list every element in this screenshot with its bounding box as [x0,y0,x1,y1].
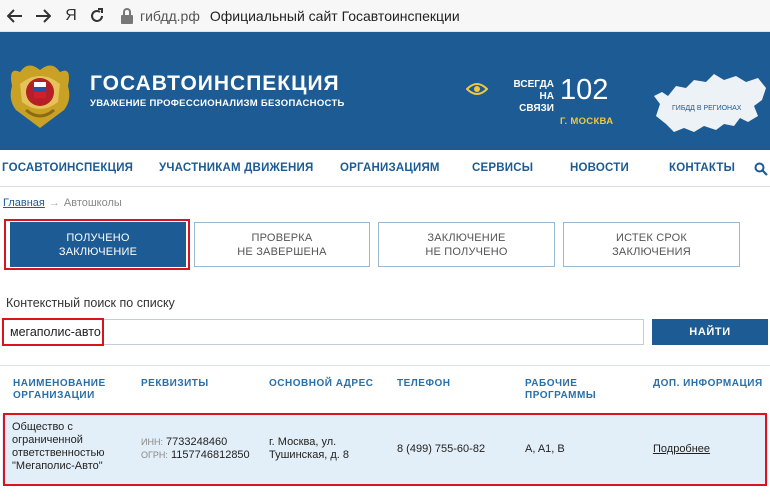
nav-item-news[interactable]: НОВОСТИ [570,162,629,174]
find-button[interactable]: НАЙТИ [652,319,768,345]
site-slogan: УВАЖЕНИЕ ПРОФЕССИОНАЛИЗМ БЕЗОПАСНОСТЬ [90,98,345,109]
browser-toolbar: Я гибдд.рф Официальный сайт Госавтоинспе… [0,0,770,32]
column-header-phone[interactable]: ТЕЛЕФОН [397,378,451,390]
regions-link[interactable]: ГИБДД В РЕГИОНАХ [672,105,752,112]
eye-icon[interactable] [466,82,488,96]
breadcrumb-current: Автошколы [63,197,122,209]
yandex-button[interactable]: Я [62,7,80,25]
site-title[interactable]: ГОСАВТОИНСПЕКЦИЯ [90,72,340,96]
always-online-label: ВСЕГДА НА СВЯЗИ [504,79,555,115]
breadcrumb-separator: → [48,197,60,209]
column-header-requisites[interactable]: РЕКВИЗИТЫ [141,378,209,390]
column-header-line1: НАИМЕНОВАНИЕ [13,378,106,389]
column-header-line1: РАБОЧИЕ [525,378,578,389]
tab-check-not-completed[interactable]: ПРОВЕРКА НЕ ЗАВЕРШЕНА [194,222,370,267]
arrow-right-icon [36,8,51,23]
forward-button[interactable] [32,5,54,27]
lock-icon[interactable] [120,7,134,25]
tab-label-line1: ПРОВЕРКА [251,231,313,244]
emblem-icon[interactable] [6,56,74,132]
always-online-line2: НА СВЯЗИ [519,91,554,114]
column-header-more-info[interactable]: ДОП. ИНФОРМАЦИЯ [653,378,763,390]
tab-conclusion-expired[interactable]: ИСТЕК СРОК ЗАКЛЮЧЕНИЯ [563,222,740,267]
tab-conclusion-not-received[interactable]: ЗАКЛЮЧЕНИЕ НЕ ПОЛУЧЕНО [378,222,555,267]
tab-label-line2: ЗАКЛЮЧЕНИЯ [612,245,691,258]
nav-item-road-users[interactable]: УЧАСТНИКАМ ДВИЖЕНИЯ [159,162,313,174]
hotline-number[interactable]: 102 [560,74,608,107]
arrow-left-icon [7,8,22,23]
column-header-name[interactable]: НАИМЕНОВАНИЕ ОРГАНИЗАЦИИ [13,378,106,402]
address-page-title[interactable]: Официальный сайт Госавтоинспекции [210,8,460,24]
search-label: Контекстный поиск по списку [6,296,175,310]
nav-item-gosavtoinspekciya[interactable]: ГОСАВТОИНСПЕКЦИЯ [2,162,133,174]
highlight-frame-row [3,413,767,486]
breadcrumb: Главная → Автошколы [3,197,122,209]
nav-item-services[interactable]: СЕРВИСЫ [472,162,533,174]
highlight-frame-search [2,318,104,346]
address-domain[interactable]: гибдд.рф [140,8,200,24]
tab-label-line2: НЕ ЗАВЕРШЕНА [237,245,327,258]
reload-icon [91,7,103,22]
site-header: ГОСАВТОИНСПЕКЦИЯ УВАЖЕНИЕ ПРОФЕССИОНАЛИЗ… [0,32,770,150]
back-button[interactable] [4,5,26,27]
nav-item-contacts[interactable]: КОНТАКТЫ [669,162,735,174]
column-header-programs[interactable]: РАБОЧИЕ ПРОГРАММЫ [525,378,596,402]
table-header: НАИМЕНОВАНИЕ ОРГАНИЗАЦИИ РЕКВИЗИТЫ ОСНОВН… [0,365,770,415]
main-nav: ГОСАВТОИНСПЕКЦИЯ УЧАСТНИКАМ ДВИЖЕНИЯ ОРГ… [0,150,770,187]
column-header-line2: ОРГАНИЗАЦИИ [13,390,95,401]
tab-label-line1: ЗАКЛЮЧЕНИЕ [427,231,506,244]
column-header-line2: ПРОГРАММЫ [525,390,597,401]
search-icon[interactable] [754,162,768,176]
always-online-line1: ВСЕГДА [513,79,555,90]
column-header-address[interactable]: ОСНОВНОЙ АДРЕС [269,378,373,390]
highlight-frame-tab [4,219,190,270]
region-selector[interactable]: Г. МОСКВА [560,116,613,127]
reload-button[interactable] [86,5,108,27]
tab-label-line2: НЕ ПОЛУЧЕНО [425,245,508,258]
nav-item-organizations[interactable]: ОРГАНИЗАЦИЯМ [340,162,440,174]
breadcrumb-home-link[interactable]: Главная [3,197,45,209]
tab-label-line1: ИСТЕК СРОК [615,231,687,244]
